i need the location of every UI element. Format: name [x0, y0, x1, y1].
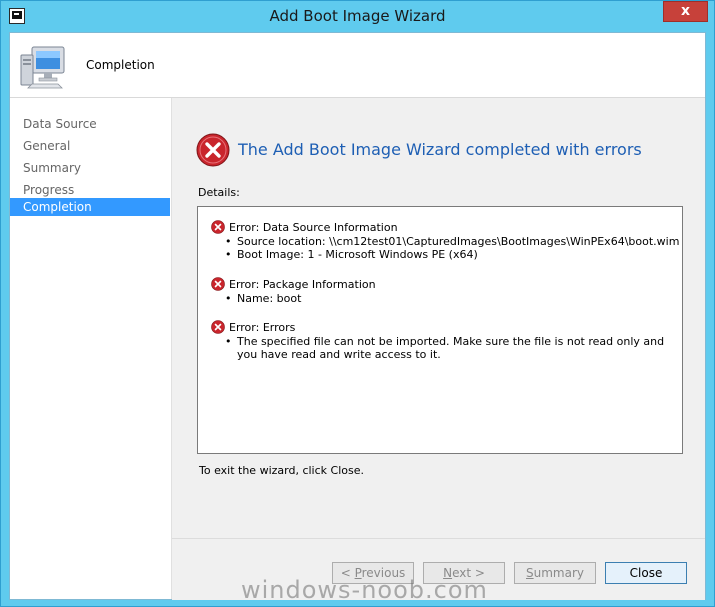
error-title: Error: Package Information [211, 277, 376, 292]
window-close-button[interactable]: x [663, 1, 708, 22]
error-icon [211, 320, 225, 334]
error-title-text: Error: Errors [229, 321, 296, 334]
wizard-client-area: Completion Data Source General Summary P… [9, 32, 706, 600]
error-detail: The specified file can not be imported. … [211, 335, 671, 361]
sidebar-item-data-source: Data Source [23, 117, 97, 131]
completion-heading: The Add Boot Image Wizard completed with… [238, 140, 642, 159]
sidebar-item-summary: Summary [23, 161, 81, 175]
computer-icon [20, 46, 65, 89]
error-title-text: Error: Package Information [229, 278, 376, 291]
error-title: Error: Errors [211, 320, 671, 335]
details-box[interactable]: Error: Data Source Information Source lo… [197, 206, 683, 454]
error-title: Error: Data Source Information [211, 220, 679, 235]
wizard-sidebar: Data Source General Summary Progress Com… [10, 98, 172, 599]
wizard-header: Completion [10, 33, 705, 98]
details-label: Details: [198, 186, 240, 199]
error-block-data-source: Error: Data Source Information Source lo… [211, 220, 679, 261]
error-title-text: Error: Data Source Information [229, 221, 398, 234]
close-button[interactable]: Close [605, 562, 687, 584]
sidebar-item-completion: Completion [10, 198, 170, 216]
wizard-window: Add Boot Image Wizard x Completion Data … [0, 0, 715, 607]
error-detail: Name: boot [211, 292, 376, 305]
error-block-errors: Error: Errors The specified file can not… [211, 320, 671, 361]
summary-button[interactable]: Summary [514, 562, 596, 584]
error-icon [211, 277, 225, 291]
sidebar-item-progress: Progress [23, 183, 75, 197]
error-block-package: Error: Package Information Name: boot [211, 277, 376, 305]
page-title: Completion [86, 58, 155, 72]
error-icon [196, 133, 230, 167]
window-title: Add Boot Image Wizard [269, 7, 446, 25]
error-icon [211, 220, 225, 234]
title-bar[interactable]: Add Boot Image Wizard x [1, 1, 714, 32]
summary-rest: ummary [533, 566, 584, 580]
wizard-content: The Add Boot Image Wizard completed with… [172, 98, 705, 538]
summary-accel: S [526, 566, 534, 580]
sidebar-item-general: General [23, 139, 71, 153]
exit-instructions: To exit the wizard, click Close. [199, 464, 364, 477]
watermark-text: windows-noob.com [241, 576, 488, 604]
error-detail: Boot Image: 1 - Microsoft Windows PE (x6… [211, 248, 679, 261]
error-detail: Source location: \\cm12test01\CapturedIm… [211, 235, 679, 248]
